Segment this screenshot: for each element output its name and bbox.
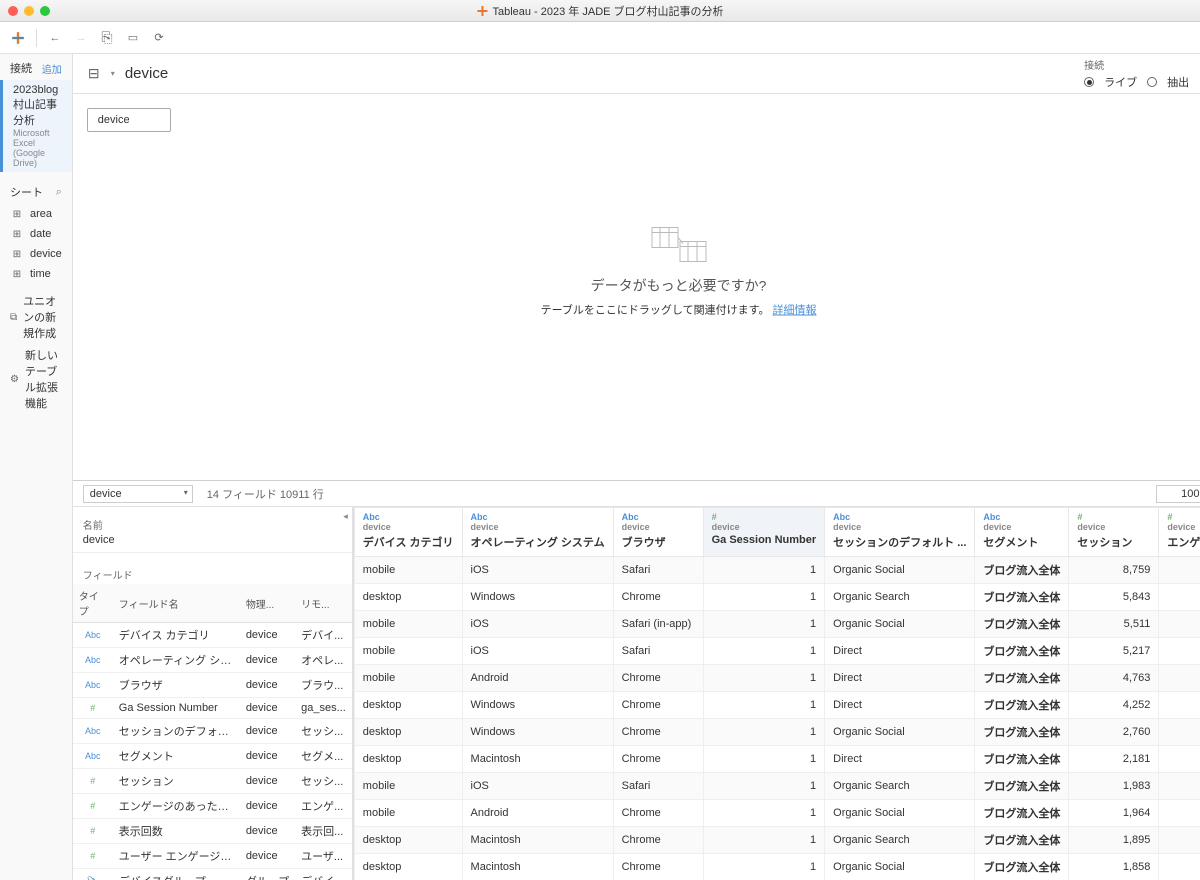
field-row[interactable]: #表示回数device表示回... — [73, 819, 352, 844]
live-radio[interactable] — [1084, 77, 1094, 87]
table-icon: ⊞ — [10, 247, 24, 261]
save-icon[interactable]: ⎘ — [99, 30, 115, 46]
field-row[interactable]: Abcデバイス カテゴリdeviceデバイ... — [73, 623, 352, 648]
sheet-item[interactable]: ⊞area — [0, 204, 72, 224]
data-col-header[interactable]: Abcdeviceデバイス カテゴリ — [354, 508, 462, 557]
field-col-header[interactable]: 物理... — [240, 584, 295, 623]
field-row[interactable]: 📎デバイスグループグループデバイ... — [73, 869, 352, 880]
data-col-header[interactable]: #deviceセッション — [1069, 508, 1159, 557]
grid-toolbar: device 14 フィールド 10911 行 100 → 行 ⚙ ▾ — [73, 481, 1200, 507]
learn-more-link[interactable]: 詳細情報 — [773, 304, 817, 316]
data-grid[interactable]: Abcdeviceデバイス カテゴリAbcdeviceオペレーティング システム… — [353, 507, 1200, 880]
data-col-header[interactable]: #deviceGa Session Number — [703, 508, 825, 557]
presentation-icon[interactable]: ▭ — [125, 30, 141, 46]
forward-icon[interactable]: → — [73, 30, 89, 46]
data-row[interactable]: desktopWindowsChrome1Directブログ流入全体4,252 — [354, 692, 1200, 719]
sheets-header: シート — [10, 184, 43, 200]
tables-icon — [651, 226, 707, 262]
back-icon[interactable]: ← — [47, 30, 63, 46]
connection-item[interactable]: 2023blog村山記事分析 Microsoft Excel (Google D… — [0, 80, 72, 172]
field-count-info: 14 フィールド 10911 行 — [207, 486, 324, 502]
connection-label: 接続 — [1084, 57, 1189, 72]
datasource-name[interactable]: device — [125, 65, 168, 82]
data-col-header[interactable]: Abcdeviceブラウザ — [613, 508, 703, 557]
refresh-icon[interactable]: ⟳ — [151, 30, 167, 46]
data-row[interactable]: mobileiOSSafari1Organic Searchブログ流入全体1,9… — [354, 773, 1200, 800]
titlebar: Tableau - 2023 年 JADE ブログ村山記事の分析 — [0, 0, 1200, 22]
extract-radio[interactable] — [1147, 77, 1157, 87]
union-icon: ⧉ — [10, 310, 17, 324]
sidebar: 接続追加 2023blog村山記事分析 Microsoft Excel (Goo… — [0, 54, 73, 880]
sheet-item[interactable]: ⊞date — [0, 224, 72, 244]
data-row[interactable]: desktopMacintoshChrome1Organic Searchブログ… — [354, 827, 1200, 854]
tableau-icon[interactable] — [10, 30, 26, 46]
connections-header: 接続 — [10, 60, 32, 76]
datasource-header: ⊟ ▾ device 接続 ライブ 抽出 フィルター 0 追加 — [73, 54, 1200, 94]
name-label: 名前 — [73, 507, 352, 534]
name-value: device — [73, 534, 352, 553]
fields-label: フィールド — [73, 553, 352, 584]
minimize-icon[interactable] — [24, 6, 34, 16]
close-icon[interactable] — [8, 6, 18, 16]
field-row[interactable]: #ユーザー エンゲージメントdeviceユーザ... — [73, 844, 352, 869]
sheet-item[interactable]: ⊞device — [0, 244, 72, 264]
field-row[interactable]: Abcオペレーティング システムdeviceオペレ... — [73, 648, 352, 673]
fields-table: タイプフィールド名物理...リモ...Abcデバイス カテゴリdeviceデバイ… — [73, 584, 352, 880]
tableau-logo-icon — [476, 5, 488, 17]
new-union-button[interactable]: ⧉ユニオンの新規作成 — [0, 290, 72, 344]
datasource-icon: ⊟ — [87, 67, 101, 81]
data-col-header[interactable]: Abcdeviceセッションのデフォルト ... — [825, 508, 975, 557]
extension-icon: ⚙ — [10, 372, 19, 386]
table-pill[interactable]: device — [87, 108, 171, 132]
window-title: Tableau - 2023 年 JADE ブログ村山記事の分析 — [476, 3, 723, 19]
data-col-header[interactable]: #deviceエンゲージのあった... — [1159, 508, 1200, 557]
field-col-header[interactable]: フィールド名 — [113, 584, 240, 623]
rows-input[interactable]: 100 — [1156, 485, 1200, 503]
new-table-extension-button[interactable]: ⚙新しいテーブル拡張機能 — [0, 344, 72, 414]
data-row[interactable]: desktopMacintoshChrome1Directブログ流入全体2,18… — [354, 746, 1200, 773]
canvas-empty-state: データがもっと必要ですか? テーブルをここにドラッグして関連付けます。 詳細情報 — [541, 226, 817, 317]
data-row[interactable]: desktopMacintoshChrome1Organic Socialブログ… — [354, 854, 1200, 880]
data-row[interactable]: mobileAndroidChrome1Directブログ流入全体4,763 — [354, 665, 1200, 692]
collapse-icon[interactable]: ◂ — [343, 511, 348, 522]
sheet-selector[interactable]: device — [83, 485, 193, 503]
metadata-panel: ◂ 名前 device フィールド タイプフィールド名物理...リモ...Abc… — [73, 507, 353, 880]
field-row[interactable]: Abcブラウザdeviceブラウ... — [73, 673, 352, 698]
field-col-header[interactable]: リモ... — [295, 584, 352, 623]
table-icon: ⊞ — [10, 267, 24, 281]
data-row[interactable]: mobileAndroidChrome1Organic Socialブログ流入全… — [354, 800, 1200, 827]
data-col-header[interactable]: Abcdeviceセグメント — [975, 508, 1069, 557]
table-icon: ⊞ — [10, 207, 24, 221]
field-row[interactable]: #セッションdeviceセッシ... — [73, 769, 352, 794]
data-row[interactable]: desktopWindowsChrome1Organic Socialブログ流入… — [354, 719, 1200, 746]
zoom-icon[interactable] — [40, 6, 50, 16]
field-row[interactable]: Abcセグメントdeviceセグメ... — [73, 744, 352, 769]
data-row[interactable]: desktopWindowsChrome1Organic Searchブログ流入… — [354, 584, 1200, 611]
search-icon[interactable]: ⌕ — [56, 186, 62, 199]
field-col-header[interactable]: タイプ — [73, 584, 113, 623]
data-row[interactable]: mobileiOSSafari1Directブログ流入全体5,217 — [354, 638, 1200, 665]
data-col-header[interactable]: Abcdeviceオペレーティング システム — [462, 508, 613, 557]
data-row[interactable]: mobileiOSSafari (in-app)1Organic Socialブ… — [354, 611, 1200, 638]
canvas[interactable]: device データがもっと必要ですか? テーブルをここにドラッグして関連付けま… — [73, 94, 1200, 480]
field-row[interactable]: #Ga Session Numberdevicega_ses... — [73, 698, 352, 719]
table-icon: ⊞ — [10, 227, 24, 241]
toolbar: ← → ⎘ ▭ ⟳ — [0, 22, 1200, 54]
sheet-item[interactable]: ⊞time — [0, 264, 72, 284]
add-connection-link[interactable]: 追加 — [42, 61, 62, 76]
field-row[interactable]: Abcセッションのデフォルト チ...deviceセッシ... — [73, 719, 352, 744]
data-row[interactable]: mobileiOSSafari1Organic Socialブログ流入全体8,7… — [354, 557, 1200, 584]
field-row[interactable]: #エンゲージのあったセッショ...deviceエンゲ... — [73, 794, 352, 819]
datasource-menu-icon[interactable]: ▾ — [111, 69, 115, 78]
